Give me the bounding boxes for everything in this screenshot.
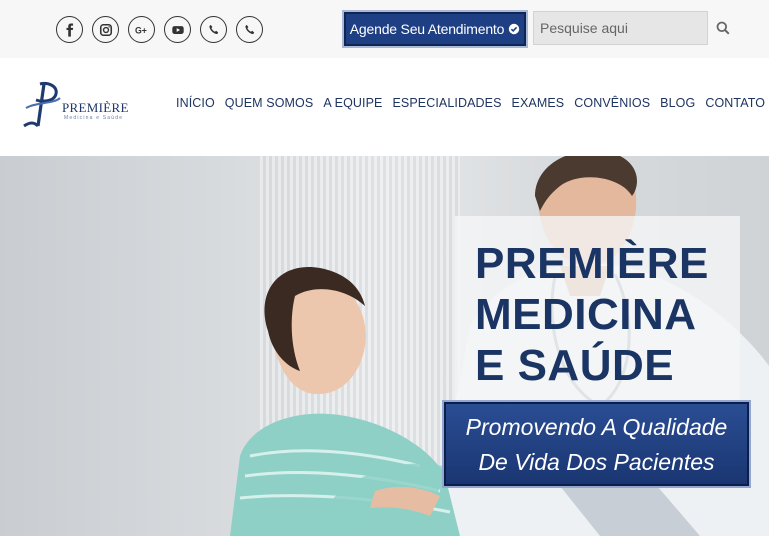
search-input[interactable]: [533, 11, 708, 45]
hero-title-line: PREMIÈRE: [475, 239, 709, 288]
google-plus-icon[interactable]: G+: [128, 16, 155, 43]
schedule-appointment-button[interactable]: Agende Seu Atendimento: [342, 10, 528, 48]
phone-icon[interactable]: [200, 16, 227, 43]
hero-title-line: E SAÚDE: [475, 341, 675, 390]
facebook-icon[interactable]: [56, 16, 83, 43]
hero-tagline-line: Promovendo A Qualidade: [465, 414, 728, 440]
site-logo[interactable]: PREMIÈRE Medicina e Saúde: [20, 78, 130, 134]
nav-item-inicio[interactable]: INÍCIO: [176, 96, 215, 110]
brand-name: PREMIÈRE: [62, 100, 129, 115]
main-navbar: PREMIÈRE Medicina e Saúde INÍCIO QUEM SO…: [0, 58, 769, 156]
top-bar: G+ Agende Seu Atendimento: [0, 0, 769, 58]
social-links: G+: [56, 16, 263, 43]
schedule-appointment-label: Agende Seu Atendimento: [349, 21, 505, 37]
phone-icon[interactable]: [236, 16, 263, 43]
instagram-icon[interactable]: [92, 16, 119, 43]
hero-banner: PREMIÈRE MEDICINA E SAÚDE Promovendo A Q…: [0, 156, 769, 536]
nav-item-blog[interactable]: BLOG: [660, 96, 695, 110]
primary-nav: INÍCIO QUEM SOMOS A EQUIPE ESPECIALIDADE…: [176, 96, 765, 110]
hero-tagline-line: De Vida Dos Pacientes: [478, 449, 715, 475]
check-circle-icon: [509, 23, 520, 35]
nav-item-a-equipe[interactable]: A EQUIPE: [323, 96, 382, 110]
nav-item-especialidades[interactable]: ESPECIALIDADES: [392, 96, 501, 110]
nav-item-exames[interactable]: EXAMES: [512, 96, 565, 110]
logo-mark-icon: [23, 82, 61, 128]
search-button[interactable]: [710, 16, 736, 40]
brand-tagline: Medicina e Saúde: [64, 115, 124, 121]
svg-text:G+: G+: [135, 25, 147, 35]
hero-title: PREMIÈRE MEDICINA E SAÚDE: [475, 238, 709, 391]
hero-title-line: MEDICINA: [475, 290, 697, 339]
hero-tagline-box: Promovendo A Qualidade De Vida Dos Pacie…: [442, 400, 751, 488]
nav-item-quem-somos[interactable]: QUEM SOMOS: [225, 96, 314, 110]
youtube-icon[interactable]: [164, 16, 191, 43]
nav-item-contato[interactable]: CONTATO: [705, 96, 765, 110]
search-icon: [716, 21, 730, 35]
nav-item-convenios[interactable]: CONVÊNIOS: [574, 96, 650, 110]
